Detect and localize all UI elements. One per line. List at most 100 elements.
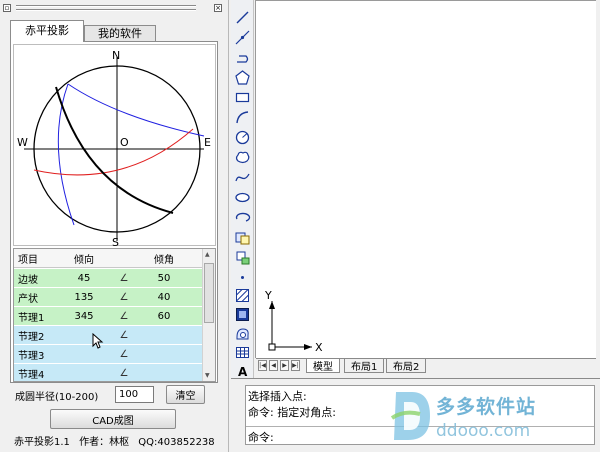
insert-block-icon[interactable] [234, 229, 251, 246]
dip-direction-cell[interactable] [54, 326, 114, 344]
radius-label: 成圆半径(10-200) [15, 392, 99, 403]
dip-angle-cell[interactable]: 60 [134, 307, 194, 325]
dip-angle-cell[interactable] [134, 364, 194, 381]
ellipse-arc-icon[interactable] [234, 209, 251, 226]
table-scrollbar[interactable]: ▲ ▼ [202, 249, 215, 381]
revision-cloud-icon[interactable] [234, 149, 251, 166]
command-input[interactable]: 命令: [246, 426, 594, 445]
region-icon[interactable] [234, 325, 251, 342]
tab-layout2[interactable]: 布局2 [386, 359, 427, 373]
dip-direction-cell[interactable]: 135 [54, 288, 114, 306]
tab-model[interactable]: 模型 [306, 359, 340, 373]
row-name: 边坡 [18, 274, 38, 286]
tab-stereonet[interactable]: 赤平投影 [10, 20, 84, 42]
pin-icon[interactable]: ▫ [3, 4, 11, 12]
row-name: 节理1 [18, 312, 45, 324]
scroll-up-icon[interactable]: ▲ [205, 251, 210, 258]
header-symbol [114, 249, 134, 267]
polygon-icon[interactable] [234, 69, 251, 86]
great-circle-blue [67, 83, 205, 137]
angle-symbol: ∠ [119, 348, 129, 360]
hatch-icon[interactable] [234, 287, 251, 304]
tab-my-software[interactable]: 我的软件 [84, 25, 156, 42]
row-name: 节理4 [18, 369, 45, 381]
construction-line-icon[interactable] [234, 29, 251, 46]
table-row[interactable]: 节理1 345 ∠ 60 [14, 307, 203, 326]
dip-angle-cell[interactable]: 40 [134, 288, 194, 306]
footer: 赤平投影1.1 作者：林枢 QQ:403852238 [14, 433, 228, 448]
stereonet-plot: N S W E O [17, 49, 211, 247]
tab-layout1[interactable]: 布局1 [344, 359, 385, 373]
table-row[interactable]: 节理2 ∠ [14, 326, 203, 345]
next-layout-icon[interactable]: ▶ [280, 360, 289, 371]
mouse-cursor-icon [92, 333, 104, 349]
stereonet-view: N S W E O [13, 44, 216, 247]
panel-title-bar[interactable]: ▫ × [2, 3, 226, 13]
draw-toolbar: A [231, 0, 254, 379]
row-name: 节理2 [18, 331, 45, 343]
scroll-down-icon[interactable]: ▼ [205, 372, 210, 379]
table-row[interactable]: 节理3 ∠ [14, 345, 203, 364]
header-dip-direction: 倾向 [74, 254, 94, 266]
polyline-icon[interactable] [234, 49, 251, 66]
first-layout-icon[interactable]: |◀ [258, 360, 267, 371]
grip-line [16, 9, 196, 11]
dip-angle-cell[interactable] [134, 326, 194, 344]
great-circle-black [55, 86, 174, 214]
multiline-text-icon[interactable]: A [234, 362, 251, 379]
author-label: 作者：林枢 [79, 437, 130, 448]
spline-icon[interactable] [234, 169, 251, 186]
angle-symbol: ∠ [119, 329, 129, 341]
dip-angle-cell[interactable]: 50 [134, 269, 194, 287]
app-version: 赤平投影1.1 [14, 437, 70, 448]
radius-input[interactable] [115, 386, 154, 403]
close-icon[interactable]: × [214, 4, 222, 12]
dip-direction-cell[interactable] [54, 364, 114, 381]
command-history-line: 选择插入点: [248, 390, 307, 403]
west-label: W [17, 136, 28, 149]
tab-content: N S W E O 项目 倾向 倾角 边坡 45 ∠ 50 产状 135 ∠ 4… [10, 41, 218, 383]
ellipse-icon[interactable] [234, 189, 251, 206]
command-box: 选择插入点: 命令: 指定对角点: 命令: [245, 385, 595, 445]
ucs-y-label: Y [264, 289, 272, 302]
drawing-canvas[interactable]: Y X [255, 0, 596, 358]
cad-drawing-button[interactable]: CAD成图 [50, 409, 176, 429]
rectangle-icon[interactable] [234, 89, 251, 106]
table-row[interactable]: 产状 135 ∠ 40 [14, 288, 203, 307]
stereonet-panel: ▫ × 赤平投影 我的软件 N S W E O 项目 倾向 倾角 边坡 45 ∠… [0, 0, 229, 452]
line-icon[interactable] [234, 9, 251, 26]
row-name: 产状 [18, 293, 38, 305]
header-dip-angle: 倾角 [154, 254, 174, 266]
prev-layout-icon[interactable]: ◀ [269, 360, 278, 371]
radius-row: 成圆半径(10-200) 清空 [15, 385, 215, 404]
table-header: 项目 倾向 倾角 [14, 249, 203, 268]
ucs-x-label: X [315, 341, 323, 354]
table-row[interactable]: 节理4 ∠ [14, 364, 203, 381]
panel-tabs: 赤平投影 我的软件 [10, 20, 220, 42]
gradient-icon[interactable] [234, 306, 251, 323]
last-layout-icon[interactable]: ▶| [291, 360, 300, 371]
row-name: 节理3 [18, 350, 45, 362]
scroll-thumb[interactable] [204, 263, 214, 323]
dip-direction-cell[interactable]: 45 [54, 269, 114, 287]
east-label: E [204, 136, 211, 149]
great-circle-red [33, 128, 194, 176]
header-item: 项目 [18, 254, 38, 266]
north-label: N [112, 49, 120, 62]
angle-symbol: ∠ [119, 291, 129, 303]
dip-angle-cell[interactable] [134, 345, 194, 363]
point-icon[interactable] [234, 269, 251, 286]
command-window: 选择插入点: 命令: 指定对角点: 命令: [231, 378, 600, 452]
dip-direction-cell[interactable] [54, 345, 114, 363]
clear-button[interactable]: 清空 [166, 385, 205, 404]
make-block-icon[interactable] [234, 249, 251, 266]
dip-direction-cell[interactable]: 345 [54, 307, 114, 325]
orientation-table: 项目 倾向 倾角 边坡 45 ∠ 50 产状 135 ∠ 40 节理1 345 … [13, 248, 216, 382]
table-row[interactable]: 边坡 45 ∠ 50 [14, 269, 203, 288]
table-icon[interactable] [234, 344, 251, 361]
layout-tab-bar: |◀ ◀ ▶ ▶| 模型 布局1 布局2 [256, 358, 596, 373]
grip-line [16, 5, 196, 7]
circle-icon[interactable] [234, 129, 251, 146]
arc-icon[interactable] [234, 109, 251, 126]
angle-symbol: ∠ [119, 272, 129, 284]
